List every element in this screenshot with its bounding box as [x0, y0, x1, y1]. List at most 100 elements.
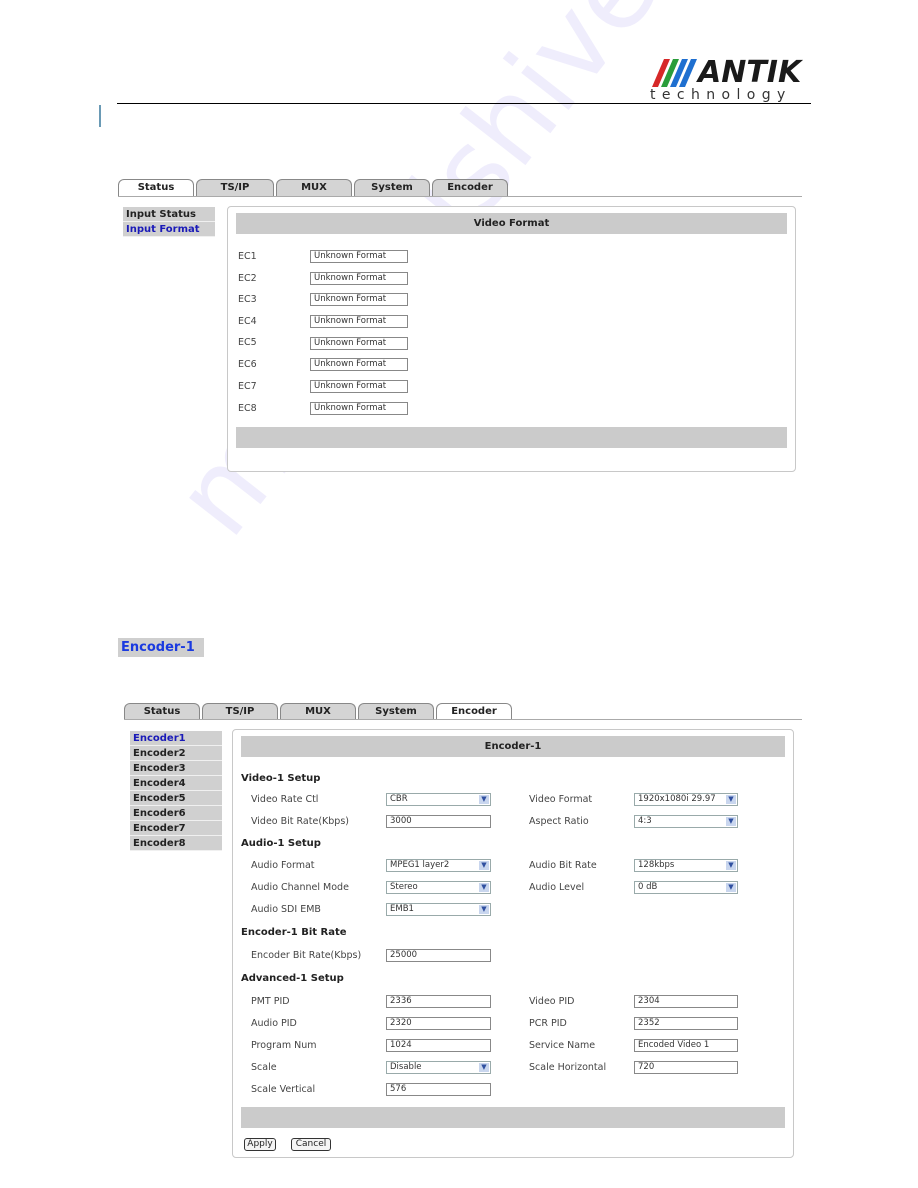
audio-bit-rate-value: 128kbps [638, 860, 675, 870]
chevron-down-icon: ▼ [726, 817, 736, 826]
audio-bit-rate-select[interactable]: 128kbps ▼ [634, 859, 738, 872]
chevron-down-icon: ▼ [479, 905, 489, 914]
panel-title: Encoder-1 [241, 736, 785, 757]
ec7-format-field[interactable]: Unknown Format [310, 380, 408, 393]
ec1-label: EC1 [238, 251, 257, 262]
chevron-down-icon: ▼ [726, 795, 736, 804]
tab-ts-ip[interactable]: TS/IP [202, 703, 278, 720]
encoder-bit-rate-input[interactable]: 25000 [386, 949, 491, 962]
scale-horizontal-input[interactable]: 720 [634, 1061, 738, 1074]
chevron-down-icon: ▼ [479, 883, 489, 892]
video-rate-ctl-select[interactable]: CBR ▼ [386, 793, 491, 806]
page-margin-marker [99, 105, 101, 127]
cancel-button[interactable]: Cancel [291, 1138, 331, 1151]
ec2-format-field[interactable]: Unknown Format [310, 272, 408, 285]
tab-encoder[interactable]: Encoder [432, 179, 508, 196]
video-format-panel: Video Format EC1 Unknown Format EC2 Unkn… [227, 206, 796, 472]
pmt-pid-input[interactable]: 2336 [386, 995, 491, 1008]
aspect-ratio-select[interactable]: 4:3 ▼ [634, 815, 738, 828]
ec2-label: EC2 [238, 273, 257, 284]
aspect-ratio-label: Aspect Ratio [529, 816, 589, 827]
video-rate-ctl-value: CBR [390, 794, 408, 804]
audio-sdi-emb-label: Audio SDI EMB [251, 904, 321, 915]
pcr-pid-label: PCR PID [529, 1018, 567, 1029]
subnav-encoder8[interactable]: Encoder8 [130, 836, 222, 851]
tab-ts-ip[interactable]: TS/IP [196, 179, 274, 196]
audio-sdi-emb-select[interactable]: EMB1 ▼ [386, 903, 491, 916]
ec8-format-field[interactable]: Unknown Format [310, 402, 408, 415]
program-num-label: Program Num [251, 1040, 317, 1051]
ec6-label: EC6 [238, 359, 257, 370]
subnav-encoder2[interactable]: Encoder2 [130, 746, 222, 761]
video-pid-label: Video PID [529, 996, 575, 1007]
subnav-input-status[interactable]: Input Status [123, 207, 215, 222]
encoder-bit-rate-label: Encoder Bit Rate(Kbps) [251, 950, 362, 961]
video-pid-input[interactable]: 2304 [634, 995, 738, 1008]
audio-format-select[interactable]: MPEG1 layer2 ▼ [386, 859, 491, 872]
panel-title: Video Format [236, 213, 787, 234]
chevron-down-icon: ▼ [479, 861, 489, 870]
subnav-encoder7[interactable]: Encoder7 [130, 821, 222, 836]
tab-underline [124, 719, 802, 720]
audio-format-value: MPEG1 layer2 [390, 860, 450, 870]
audio-level-select[interactable]: 0 dB ▼ [634, 881, 738, 894]
service-name-label: Service Name [529, 1040, 596, 1051]
scale-vertical-label: Scale Vertical [251, 1084, 316, 1095]
header-divider [117, 103, 811, 104]
ec3-label: EC3 [238, 294, 257, 305]
chevron-down-icon: ▼ [726, 883, 736, 892]
ec5-format-field[interactable]: Unknown Format [310, 337, 408, 350]
brand-subtitle: technology [650, 87, 792, 103]
subnav-encoder5[interactable]: Encoder5 [130, 791, 222, 806]
tab-encoder[interactable]: Encoder [436, 703, 512, 720]
subnav-input-format[interactable]: Input Format [123, 222, 215, 237]
tab-bar: Status TS/IP MUX System Encoder [124, 703, 514, 720]
audio-level-value: 0 dB [638, 882, 658, 892]
audio-channel-mode-select[interactable]: Stereo ▼ [386, 881, 491, 894]
tab-mux[interactable]: MUX [276, 179, 352, 196]
program-num-input[interactable]: 1024 [386, 1039, 491, 1052]
antik-logo: ANTIK technology [650, 55, 812, 107]
video-bit-rate-label: Video Bit Rate(Kbps) [251, 816, 349, 827]
ec1-format-field[interactable]: Unknown Format [310, 250, 408, 263]
logo-stripes-icon [652, 59, 697, 87]
tab-status[interactable]: Status [124, 703, 200, 720]
ec3-format-field[interactable]: Unknown Format [310, 293, 408, 306]
subnav-encoder3[interactable]: Encoder3 [130, 761, 222, 776]
audio-level-label: Audio Level [529, 882, 585, 893]
tab-status[interactable]: Status [118, 179, 194, 196]
ec4-format-field[interactable]: Unknown Format [310, 315, 408, 328]
apply-button[interactable]: Apply [244, 1138, 276, 1151]
scale-vertical-input[interactable]: 576 [386, 1083, 491, 1096]
tab-underline [118, 196, 802, 197]
video-format-select[interactable]: 1920x1080i 29.97 ▼ [634, 793, 738, 806]
ec5-label: EC5 [238, 337, 257, 348]
ec4-label: EC4 [238, 316, 257, 327]
tab-bar: Status TS/IP MUX System Encoder [118, 179, 510, 196]
scale-select[interactable]: Disable ▼ [386, 1061, 491, 1074]
pcr-pid-input[interactable]: 2352 [634, 1017, 738, 1030]
audio-pid-input[interactable]: 2320 [386, 1017, 491, 1030]
scale-horizontal-label: Scale Horizontal [529, 1062, 607, 1073]
section-advanced-setup: Advanced-1 Setup [241, 973, 344, 984]
subnav-encoder4[interactable]: Encoder4 [130, 776, 222, 791]
audio-channel-mode-label: Audio Channel Mode [251, 882, 349, 893]
subnav-encoder6[interactable]: Encoder6 [130, 806, 222, 821]
scale-label: Scale [251, 1062, 277, 1073]
brand-name: ANTIK [698, 55, 802, 90]
video-bit-rate-input[interactable]: 3000 [386, 815, 491, 828]
tab-system[interactable]: System [358, 703, 434, 720]
scale-value: Disable [390, 1062, 422, 1072]
ec6-format-field[interactable]: Unknown Format [310, 358, 408, 371]
service-name-input[interactable]: Encoded Video 1 [634, 1039, 738, 1052]
section-encoder-bit-rate: Encoder-1 Bit Rate [241, 927, 347, 938]
video-format-label: Video Format [529, 794, 593, 805]
tab-mux[interactable]: MUX [280, 703, 356, 720]
audio-bit-rate-label: Audio Bit Rate [529, 860, 597, 871]
chevron-down-icon: ▼ [726, 861, 736, 870]
subnav-encoder1[interactable]: Encoder1 [130, 731, 222, 746]
chevron-down-icon: ▼ [479, 1063, 489, 1072]
audio-sdi-emb-value: EMB1 [390, 904, 414, 914]
tab-system[interactable]: System [354, 179, 430, 196]
section-caption-encoder-1: Encoder-1 [118, 638, 204, 657]
